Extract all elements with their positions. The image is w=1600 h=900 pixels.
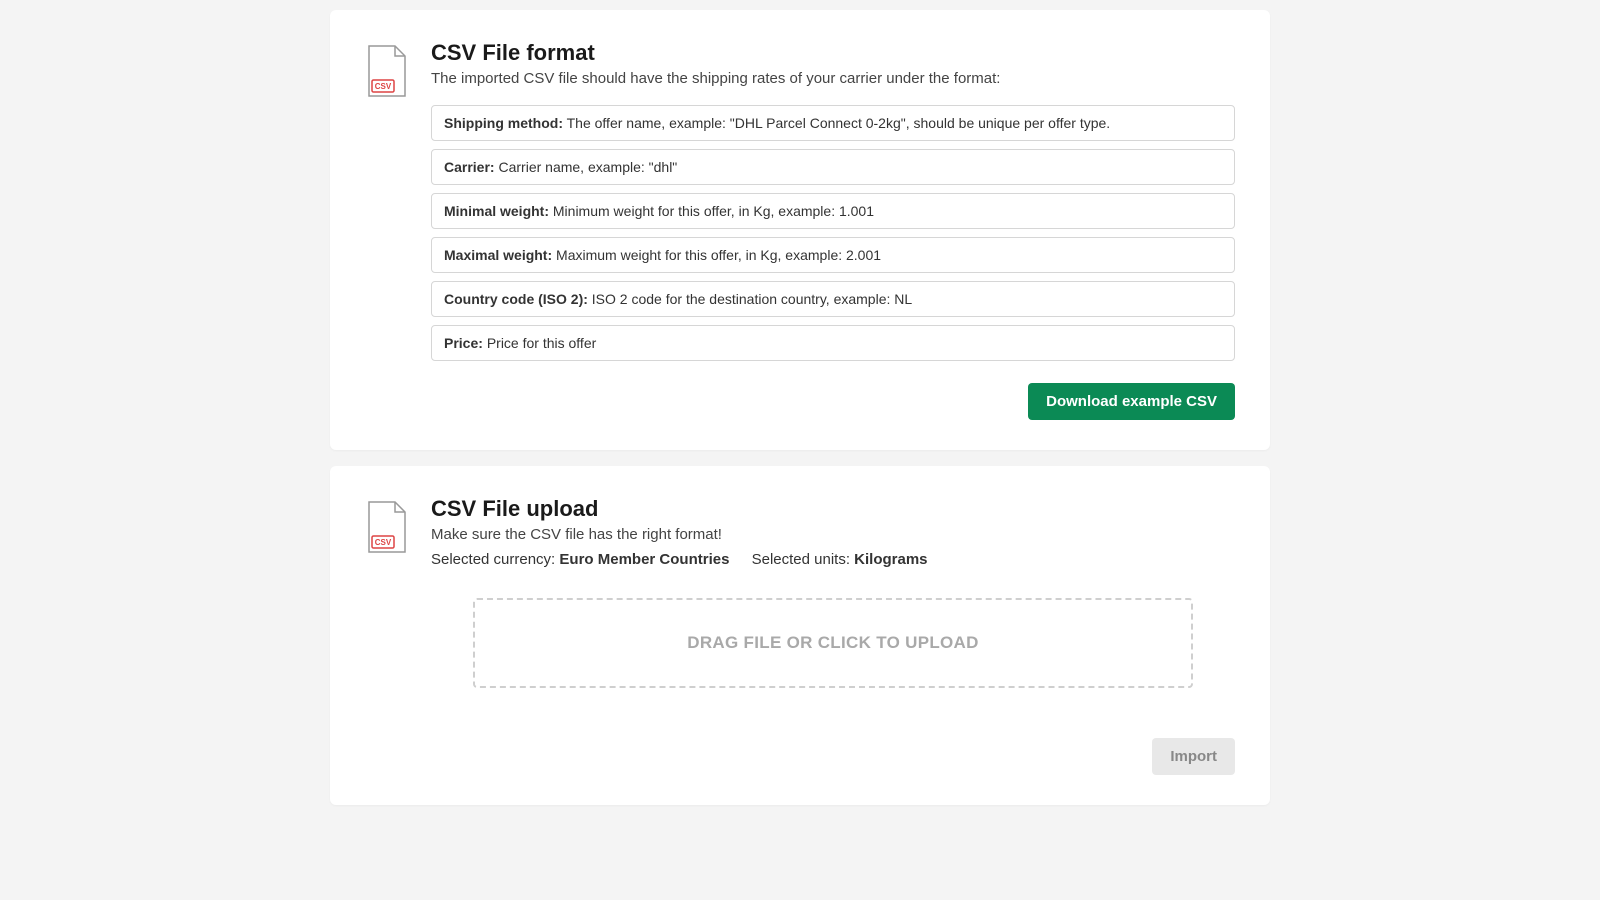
download-example-csv-button[interactable]: Download example CSV: [1028, 383, 1235, 420]
import-button[interactable]: Import: [1152, 738, 1235, 775]
field-item: Minimal weight: Minimum weight for this …: [431, 193, 1235, 229]
csv-format-card: CSV CSV File format The imported CSV fil…: [330, 10, 1270, 450]
svg-text:CSV: CSV: [375, 82, 392, 91]
csv-file-icon: CSV: [365, 44, 409, 98]
format-title: CSV File format: [431, 40, 1235, 66]
upload-subtitle: Make sure the CSV file has the right for…: [431, 526, 1235, 543]
selected-currency-value: Euro Member Countries: [559, 551, 729, 568]
field-item: Price: Price for this offer: [431, 325, 1235, 361]
file-dropzone[interactable]: DRAG FILE OR CLICK TO UPLOAD: [473, 598, 1193, 688]
selected-units-value: Kilograms: [854, 551, 927, 568]
format-subtitle: The imported CSV file should have the sh…: [431, 70, 1235, 87]
csv-upload-card: CSV CSV File upload Make sure the CSV fi…: [330, 466, 1270, 805]
field-item: Maximal weight: Maximum weight for this …: [431, 237, 1235, 273]
field-item: Carrier: Carrier name, example: "dhl": [431, 149, 1235, 185]
svg-text:CSV: CSV: [375, 538, 392, 547]
field-item: Country code (ISO 2): ISO 2 code for the…: [431, 281, 1235, 317]
csv-file-icon: CSV: [365, 500, 409, 554]
upload-metadata: Selected currency: Euro Member Countries…: [431, 551, 1235, 568]
field-item: Shipping method: The offer name, example…: [431, 105, 1235, 141]
format-field-list: Shipping method: The offer name, example…: [431, 105, 1235, 361]
upload-title: CSV File upload: [431, 496, 1235, 522]
